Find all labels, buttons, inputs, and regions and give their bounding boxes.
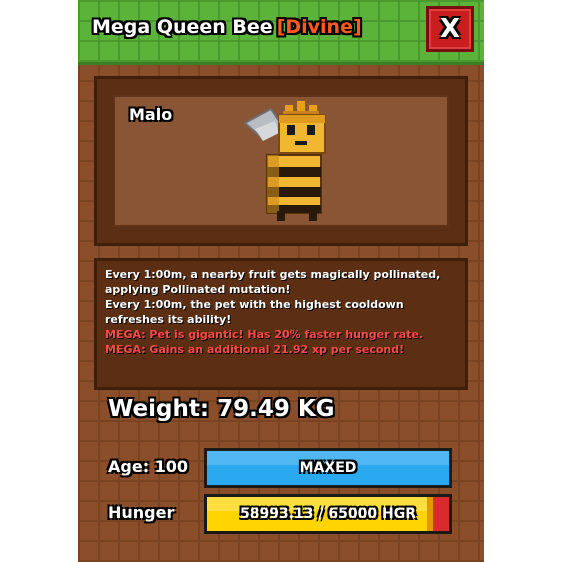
mega-description-line: MEGA: Pet is gigantic! Has 20% faster hu…	[105, 328, 424, 341]
pet-name: Malo	[129, 105, 173, 124]
hunger-label: Hunger	[108, 503, 175, 522]
description-line: applying Pollinated mutation!	[105, 283, 291, 296]
age-bar-text: MAXED	[299, 460, 357, 476]
description-line: refreshes its ability!	[105, 313, 232, 326]
pet-title: Mega Queen Bee [Divine]	[92, 16, 362, 38]
pet-info-panel: Mega Queen Bee [Divine] X Malo Every 1:0…	[78, 0, 484, 562]
title-bar: Mega Queen Bee [Divine] X	[78, 0, 484, 65]
pet-preview: Malo	[113, 95, 449, 227]
rarity-label: [Divine]	[276, 16, 362, 38]
mega-description-line: MEGA: Gains an additional 21.92 xp per s…	[105, 343, 405, 356]
hunger-bar-text: 58993.13 / 65000 HGR	[240, 506, 416, 522]
age-label: Age: 100	[108, 457, 189, 476]
pet-species-label: Mega Queen Bee	[92, 16, 273, 38]
hunger-bar: 58993.13 / 65000 HGR	[204, 494, 452, 534]
age-bar: MAXED	[204, 448, 452, 488]
close-button[interactable]: X	[426, 6, 474, 52]
ability-description: Every 1:00m, a nearby fruit gets magical…	[94, 258, 468, 390]
pet-preview-frame: Malo	[94, 76, 468, 246]
weight-label: Weight: 79.49 KG	[108, 396, 335, 422]
description-line: Every 1:00m, a nearby fruit gets magical…	[105, 268, 441, 281]
close-icon: X	[439, 14, 461, 44]
queen-bee-icon	[243, 101, 326, 221]
description-line: Every 1:00m, the pet with the highest co…	[105, 298, 404, 311]
